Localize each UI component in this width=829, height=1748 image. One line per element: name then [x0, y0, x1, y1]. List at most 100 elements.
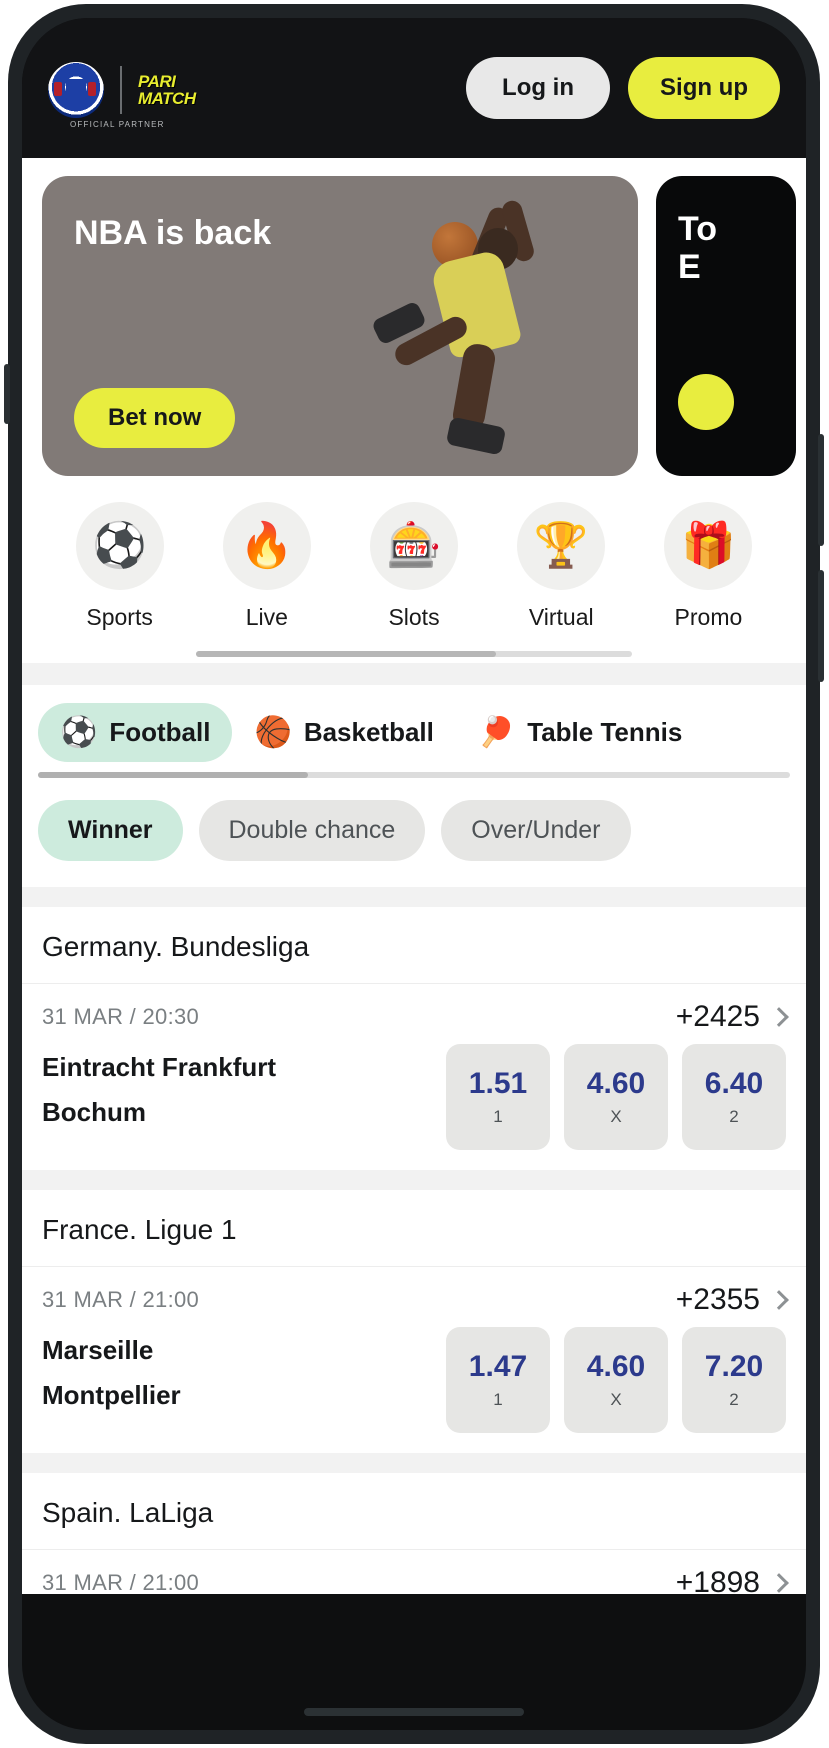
odd-button-2[interactable]: 7.20 2: [682, 1327, 786, 1433]
parimatch-logo-line2: MATCH: [138, 89, 196, 108]
promo-banner-nba[interactable]: NBA is back Bet now: [42, 176, 638, 476]
match-header: 31 MAR / 21:00 +2355: [42, 1283, 789, 1317]
chevron-right-icon: [769, 1007, 789, 1027]
phone-mute-switch[interactable]: [4, 364, 10, 424]
home-team-name: Marseille: [42, 1335, 154, 1365]
phone-screen: PARI MATCH OFFICIAL PARTNER Log in Sign …: [22, 18, 806, 1730]
promo-banner-secondary-cta[interactable]: [678, 374, 734, 430]
away-team-name: Bochum: [42, 1097, 146, 1127]
odd-value: 1.51: [468, 1067, 528, 1100]
basketball-player-illustration: [370, 194, 604, 464]
category-label: Live: [245, 604, 288, 630]
tab-table-tennis[interactable]: 🏓 Table Tennis: [456, 703, 704, 762]
category-promo[interactable]: 🎁 Promo: [635, 502, 782, 631]
category-row[interactable]: ⚽ Sports 🔥 Live 🎰 Slots 🏆 Virtual 🎁 Prom…: [22, 502, 806, 631]
slot-machine-icon: 🎰: [370, 502, 458, 590]
parimatch-logo-line1: PARI: [138, 72, 176, 91]
market-count: +2425: [675, 1000, 760, 1033]
bet-type-winner[interactable]: Winner: [38, 800, 183, 861]
home-team-name: Eintracht Frankfurt: [42, 1052, 277, 1082]
category-slots[interactable]: 🎰 Slots: [340, 502, 487, 631]
team-names: Marseille Montpellier: [42, 1327, 430, 1411]
bet-type-double-chance[interactable]: Double chance: [198, 800, 426, 861]
odd-value: 4.60: [586, 1350, 646, 1383]
phone-volume-up-button[interactable]: [818, 434, 824, 546]
sport-tab-scrollbar[interactable]: [38, 772, 790, 778]
chevron-right-icon: [769, 1573, 789, 1593]
brand-divider: [120, 66, 122, 114]
chevron-right-icon: [769, 1290, 789, 1310]
official-partner-label: OFFICIAL PARTNER: [70, 120, 165, 129]
table-tennis-paddle-icon: 🏓: [477, 716, 516, 749]
category-shortcuts: ⚽ Sports 🔥 Live 🎰 Slots 🏆 Virtual 🎁 Prom…: [22, 476, 806, 663]
match-markets-link[interactable]: +2425: [675, 1000, 789, 1034]
login-button[interactable]: Log in: [466, 57, 611, 119]
brand-lockup[interactable]: PARI MATCH OFFICIAL PARTNER: [48, 58, 196, 129]
tab-label: Football: [109, 717, 211, 747]
odd-value: 4.60: [586, 1067, 646, 1100]
sport-tab-list[interactable]: ⚽ Football 🏀 Basketball 🏓 Table Tennis: [22, 685, 806, 762]
sports-filter-card: ⚽ Football 🏀 Basketball 🏓 Table Tennis W…: [22, 685, 806, 887]
league-title[interactable]: Germany. Bundesliga: [22, 907, 806, 984]
section-spacer: [22, 663, 806, 685]
odd-button-x[interactable]: 4.60 X: [564, 1044, 668, 1150]
tab-label: Basketball: [303, 717, 434, 747]
promo-banner-secondary[interactable]: To E: [656, 176, 796, 476]
odd-value: 7.20: [704, 1350, 764, 1383]
soccer-ball-icon: ⚽: [75, 502, 164, 590]
bet-type-chip-list[interactable]: Winner Double chance Over/Under: [22, 778, 806, 887]
phone-volume-down-button[interactable]: [818, 570, 824, 682]
app-content-scroll[interactable]: NBA is back Bet now To E ⚽ Sports 🔥 Live…: [22, 158, 806, 1594]
match-row[interactable]: 31 MAR / 20:30 +2425 Eintracht Frankfurt…: [22, 984, 806, 1170]
promo-banner-carousel[interactable]: NBA is back Bet now To E: [22, 176, 806, 476]
odd-key: X: [610, 1107, 622, 1126]
tab-football[interactable]: ⚽ Football: [38, 703, 233, 762]
match-markets-link[interactable]: +2355: [675, 1283, 789, 1317]
match-row[interactable]: 31 MAR / 21:00 +2355 Marseille Montpelli…: [22, 1267, 806, 1453]
bet-type-over-under[interactable]: Over/Under: [441, 800, 631, 861]
match-kickoff-time: 31 MAR / 20:30: [42, 1004, 200, 1029]
home-indicator: [304, 1708, 524, 1716]
odd-value: 1.47: [468, 1350, 528, 1383]
chelsea-crest-icon: [48, 62, 104, 118]
category-label: Virtual: [528, 604, 594, 630]
match-row[interactable]: 31 MAR / 21:00 +1898: [22, 1550, 806, 1594]
phone-frame: PARI MATCH OFFICIAL PARTNER Log in Sign …: [4, 4, 824, 1744]
league-group-ligue1: France. Ligue 1 31 MAR / 21:00 +2355 Mar…: [22, 1190, 806, 1453]
signup-button[interactable]: Sign up: [628, 57, 780, 119]
category-label: Slots: [388, 604, 440, 630]
match-body: Eintracht Frankfurt Bochum 1.51 1 4.60 X: [42, 1044, 786, 1150]
match-header: 31 MAR / 20:30 +2425: [42, 1000, 789, 1034]
odd-key: 2: [729, 1107, 739, 1126]
bet-now-button[interactable]: Bet now: [74, 388, 236, 448]
promo-banner-title: NBA is back: [74, 214, 272, 252]
header-actions: Log in Sign up: [466, 57, 780, 119]
match-header: 31 MAR / 21:00 +1898: [42, 1566, 789, 1594]
match-markets-link[interactable]: +1898: [676, 1566, 789, 1594]
market-count: +2355: [675, 1283, 760, 1316]
category-scrollbar[interactable]: [196, 651, 632, 657]
gift-icon: 🎁: [664, 502, 753, 590]
odd-button-x[interactable]: 4.60 X: [564, 1327, 668, 1433]
category-live[interactable]: 🔥 Live: [193, 502, 340, 631]
category-label: Promo: [674, 604, 743, 630]
soccer-ball-icon: ⚽: [60, 716, 98, 749]
trophy-icon: 🏆: [517, 502, 606, 590]
odds-group: 1.47 1 4.60 X 7.20 2: [446, 1327, 786, 1433]
category-sports[interactable]: ⚽ Sports: [46, 502, 193, 631]
league-title[interactable]: Spain. LaLiga: [22, 1473, 806, 1550]
league-title[interactable]: France. Ligue 1: [22, 1190, 806, 1267]
odd-key: 1: [493, 1390, 503, 1409]
odd-button-2[interactable]: 6.40 2: [682, 1044, 786, 1150]
tab-basketball[interactable]: 🏀 Basketball: [232, 703, 455, 762]
match-kickoff-time: 31 MAR / 21:00: [42, 1570, 200, 1594]
away-team-name: Montpellier: [42, 1380, 181, 1410]
match-kickoff-time: 31 MAR / 21:00: [42, 1287, 200, 1312]
odd-button-1[interactable]: 1.47 1: [446, 1327, 550, 1433]
category-virtual[interactable]: 🏆 Virtual: [488, 502, 635, 631]
odd-value: 6.40: [704, 1067, 764, 1100]
parimatch-logo: PARI MATCH: [138, 73, 196, 107]
odd-button-1[interactable]: 1.51 1: [446, 1044, 550, 1150]
team-names: Eintracht Frankfurt Bochum: [42, 1044, 430, 1128]
odd-key: 2: [729, 1390, 739, 1409]
